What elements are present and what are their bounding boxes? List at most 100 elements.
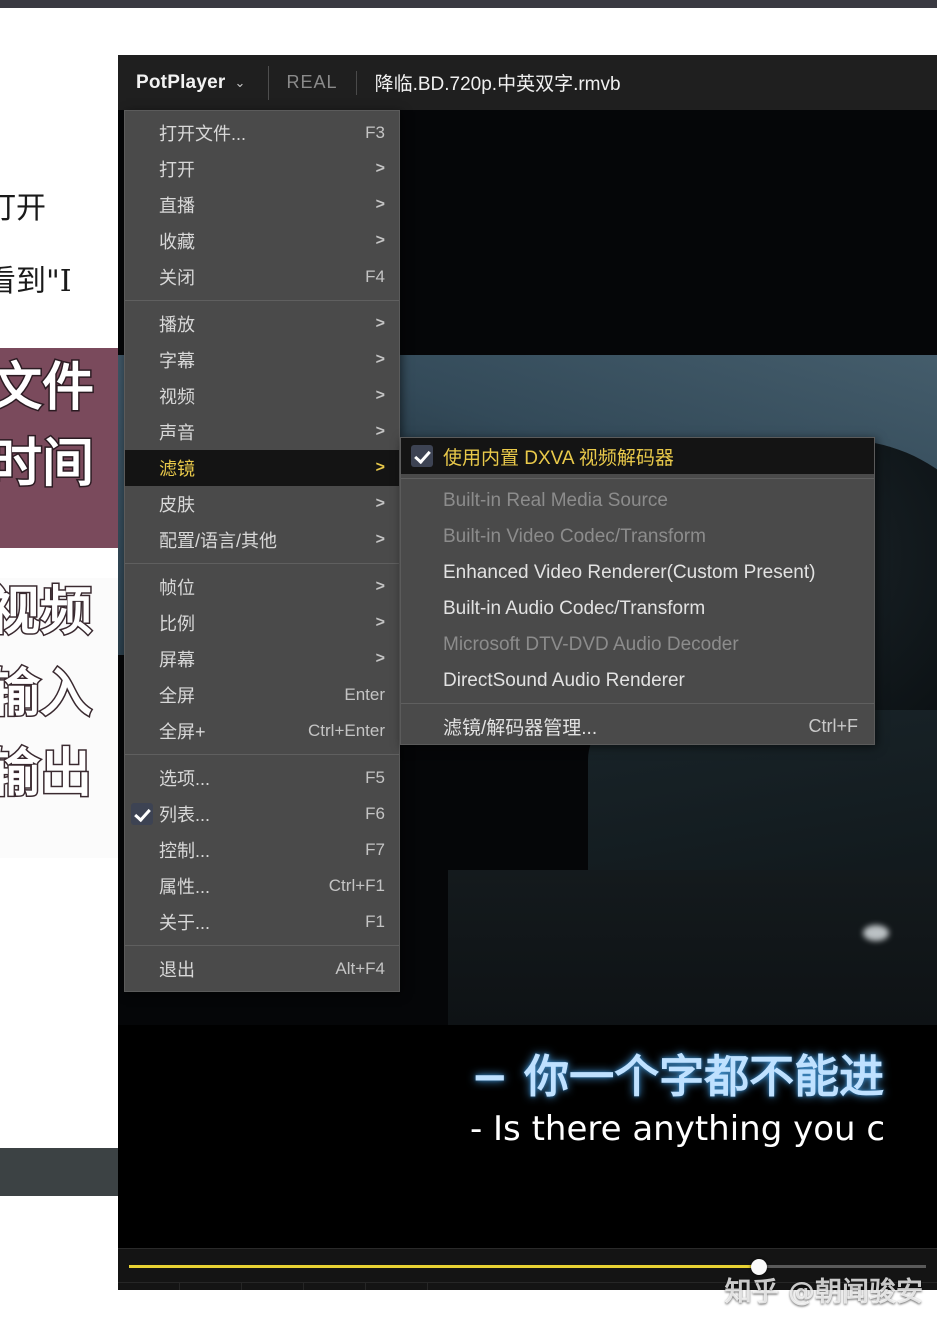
menu-item-label: 收藏 [159,232,195,252]
menu-item[interactable]: 关于... F1 [125,904,399,940]
submenu-arrow-icon: > [375,196,385,213]
menu-separator [125,300,399,301]
submenu-item[interactable]: DirectSound Audio Renderer [401,663,874,699]
menu-item[interactable]: 打开文件... F3 [125,115,399,151]
menu-item[interactable]: 屏幕 > [125,641,399,677]
menu-item-shortcut: F3 [365,123,385,142]
submenu-item-label: 滤镜/解码器管理... [443,717,598,739]
menu-item[interactable]: 直播 > [125,187,399,223]
menu-item[interactable]: 滤镜 > [125,450,399,486]
menu-item[interactable]: 全屏+ Ctrl+Enter [125,713,399,749]
menu-item[interactable]: 字幕 > [125,342,399,378]
menu-item-shortcut: F6 [365,804,385,823]
seek-track[interactable] [129,1259,926,1275]
menu-item-label: 全屏 [159,686,195,706]
menu-item[interactable]: 皮肤 > [125,486,399,522]
menu-item[interactable]: 属性... Ctrl+F1 [125,868,399,904]
browser-top-strip [0,0,937,8]
submenu-arrow-icon: > [375,495,385,512]
menu-item-label: 列表... [159,805,211,825]
submenu-item[interactable]: 使用内置 DXVA 视频解码器 [401,438,874,474]
background-image-char-3: 视频 [0,582,94,642]
filter-submenu[interactable]: 使用内置 DXVA 视频解码器 Built-in Real Media Sourc… [400,437,875,745]
menu-item[interactable]: 打开 > [125,151,399,187]
menu-item-label: 皮肤 [159,495,195,515]
menu-item-label: 播放 [159,315,195,335]
menu-item-label: 声音 [159,423,195,443]
menu-item[interactable]: 控制... F7 [125,832,399,868]
menu-item[interactable]: 播放 > [125,306,399,342]
menu-item-shortcut: F7 [365,840,385,859]
checkmark-icon [401,444,443,467]
background-image-char-2: 时间 [0,434,96,494]
submenu-separator [401,703,874,704]
submenu-item[interactable]: 滤镜/解码器管理... Ctrl+F [401,708,874,744]
app-menu-button[interactable]: PotPlayer ⌄ [118,55,268,110]
menu-item[interactable]: 视频 > [125,378,399,414]
menu-item[interactable]: 全屏 Enter [125,677,399,713]
menu-item-label: 控制... [159,841,211,861]
menu-item-label: 关闭 [159,268,195,288]
media-format-label: REAL [286,72,338,92]
menu-item-label: 字幕 [159,351,195,371]
media-file-title: 降临.BD.720p.中英双字.rmvb [374,74,621,95]
background-image-char-4: 输入 [0,664,94,724]
submenu-item: Microsoft DTV-DVD Audio Decoder [401,627,874,663]
menu-item-shortcut: F5 [365,768,385,787]
menu-item[interactable]: 选项... F5 [125,760,399,796]
menu-item[interactable]: 比例 > [125,605,399,641]
submenu-item-label: Built-in Video Codec/Transform [443,526,706,547]
submenu-arrow-icon: > [375,650,385,667]
submenu-arrow-icon: > [375,387,385,404]
submenu-arrow-icon: > [375,578,385,595]
menu-item[interactable]: 收藏 > [125,223,399,259]
menu-item-label: 比例 [159,614,195,634]
submenu-item-label: Enhanced Video Renderer(Custom Present) [443,562,816,583]
main-dropdown-menu[interactable]: 打开文件... F3 打开 > 直播 > 收藏 > 关闭 F4 播放 > 字幕 > 视频 > 声音 > 滤镜 > 皮肤 >… [124,110,400,992]
submenu-item-label: Built-in Real Media Source [443,490,668,511]
video-letterbox-bottom [118,1025,937,1248]
menu-item[interactable]: 列表... F6 [125,796,399,832]
menu-item[interactable]: 配置/语言/其他 > [125,522,399,558]
menu-item-label: 打开 [159,160,195,180]
submenu-arrow-icon: > [375,423,385,440]
background-grey-band [0,1148,118,1196]
menu-item-label: 屏幕 [159,650,195,670]
play-icon[interactable]: ▶ [118,1282,180,1290]
app-name-label: PotPlayer [136,71,226,93]
menu-item[interactable]: 关闭 F4 [125,259,399,295]
potplayer-window: PotPlayer ⌄ REAL 降临.BD.720p.中英双字.rmvb − … [118,55,937,1290]
menu-item-label: 滤镜 [159,459,195,479]
submenu-item[interactable]: Enhanced Video Renderer(Custom Present) [401,555,874,591]
menu-item[interactable]: 声音 > [125,414,399,450]
submenu-item: Built-in Real Media Source [401,483,874,519]
seek-progress-fill [129,1265,759,1268]
submenu-arrow-icon: > [375,614,385,631]
menu-item[interactable]: 帧位 > [125,569,399,605]
menu-item-shortcut: Ctrl+F1 [328,876,385,895]
submenu-arrow-icon: > [375,351,385,368]
submenu-arrow-icon: > [375,232,385,249]
menu-item-shortcut: Ctrl+Enter [308,721,385,740]
menu-item-shortcut: F1 [365,912,385,931]
submenu-item-label: 使用内置 DXVA 视频解码器 [443,447,674,469]
background-image-char-5: 输出 [0,744,94,804]
menu-item-shortcut: Enter [344,685,385,704]
menu-item-label: 配置/语言/其他 [159,531,278,551]
eject-icon[interactable]: ⏏ [366,1282,428,1290]
player-titlebar[interactable]: PotPlayer ⌄ REAL 降临.BD.720p.中英双字.rmvb [118,55,937,110]
previous-track-icon[interactable]: ◀▌ [242,1282,304,1290]
submenu-item-label: DirectSound Audio Renderer [443,670,685,691]
submenu-separator [401,478,874,479]
checkmark-icon [125,803,159,826]
submenu-arrow-icon: > [375,160,385,177]
stop-icon[interactable]: ■ [180,1282,242,1290]
menu-item-label: 关于... [159,913,211,933]
next-track-icon[interactable]: ▐▶ [304,1282,366,1290]
menu-item-label: 直播 [159,196,195,216]
submenu-arrow-icon: > [375,315,385,332]
submenu-item[interactable]: Built-in Audio Codec/Transform [401,591,874,627]
menu-item-label: 视频 [159,387,195,407]
menu-item[interactable]: 退出 Alt+F4 [125,951,399,987]
submenu-item-label: Built-in Audio Codec/Transform [443,598,706,619]
